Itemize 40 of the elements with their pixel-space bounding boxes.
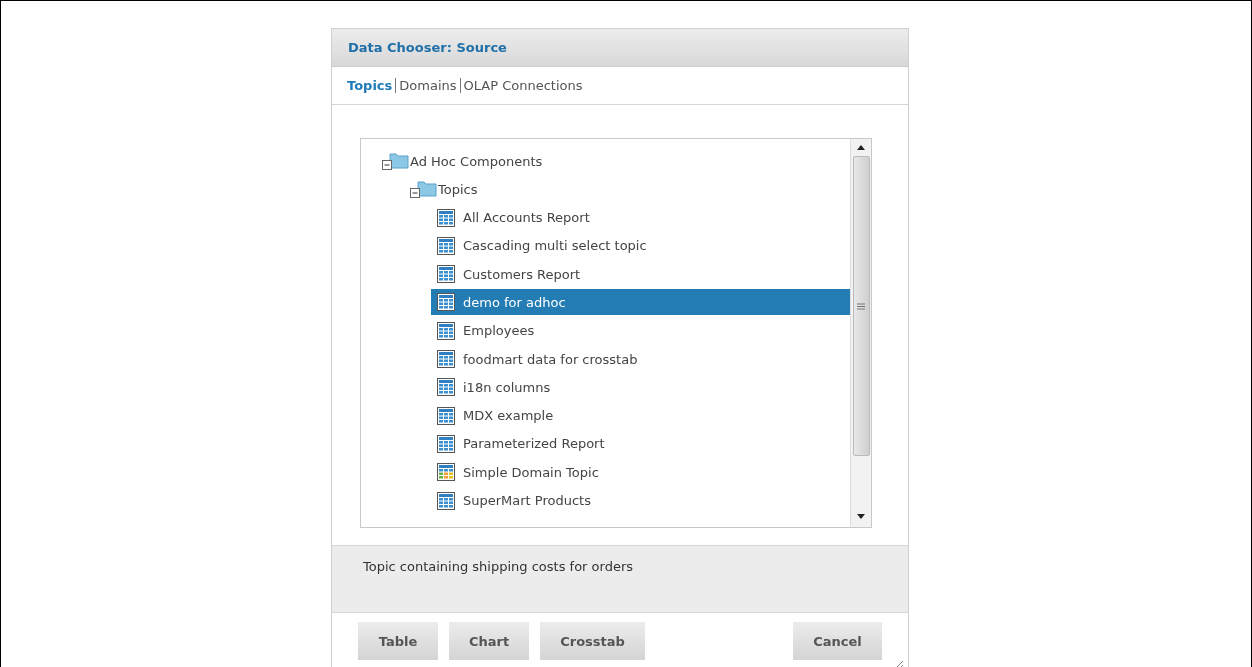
table-icon [437,434,455,453]
description-text: Topic containing shipping costs for orders [363,559,633,574]
tree-item[interactable]: Parameterized Report [431,430,850,457]
table-icon [437,378,455,397]
source-tab[interactable]: OLAP Connections [460,78,586,93]
tree-item[interactable]: Cascading multi select topic [431,232,850,259]
grip-icon [857,302,865,310]
tree-item[interactable]: Topics [403,176,850,203]
action-button[interactable]: Cancel [793,622,882,660]
tree-item[interactable]: MDX example [431,402,850,429]
table-icon [437,265,455,284]
table-icon [437,491,455,510]
source-tab[interactable]: Topics [347,78,396,93]
tree-item[interactable]: Customers Report [431,261,850,288]
action-button[interactable]: Crosstab [540,622,645,660]
table-icon [437,236,455,255]
tree-item[interactable]: Simple Domain Topic [431,459,850,486]
tree-item[interactable]: Employees [431,317,850,344]
table-icon [437,321,455,340]
table-icon [437,208,455,227]
table-icon [437,406,455,425]
action-button[interactable]: Table [358,622,438,660]
tree-item[interactable]: Ad Hoc Components [375,148,850,174]
table-icon [437,350,455,369]
folder-icon [381,152,409,170]
folder-icon [409,180,437,199]
action-button[interactable]: Chart [449,622,530,660]
tree-item[interactable]: i18n columns [431,374,850,401]
table-icon [437,293,455,312]
tree-item[interactable]: demo for adhoc [431,289,850,316]
tree-item[interactable]: foodmart data for crosstab [431,346,850,373]
dialog-title: Data Chooser: Source [348,40,507,55]
table-icon [437,463,455,482]
source-tab[interactable]: Domains [396,78,460,93]
scrollbar[interactable] [850,139,871,527]
tree-item[interactable]: SuperMart Products [431,487,850,514]
scroll-down-icon[interactable] [857,514,865,519]
tree-item[interactable]: All Accounts Report [431,204,850,231]
resize-grip-icon[interactable] [894,660,904,667]
scroll-up-icon[interactable] [857,145,865,150]
